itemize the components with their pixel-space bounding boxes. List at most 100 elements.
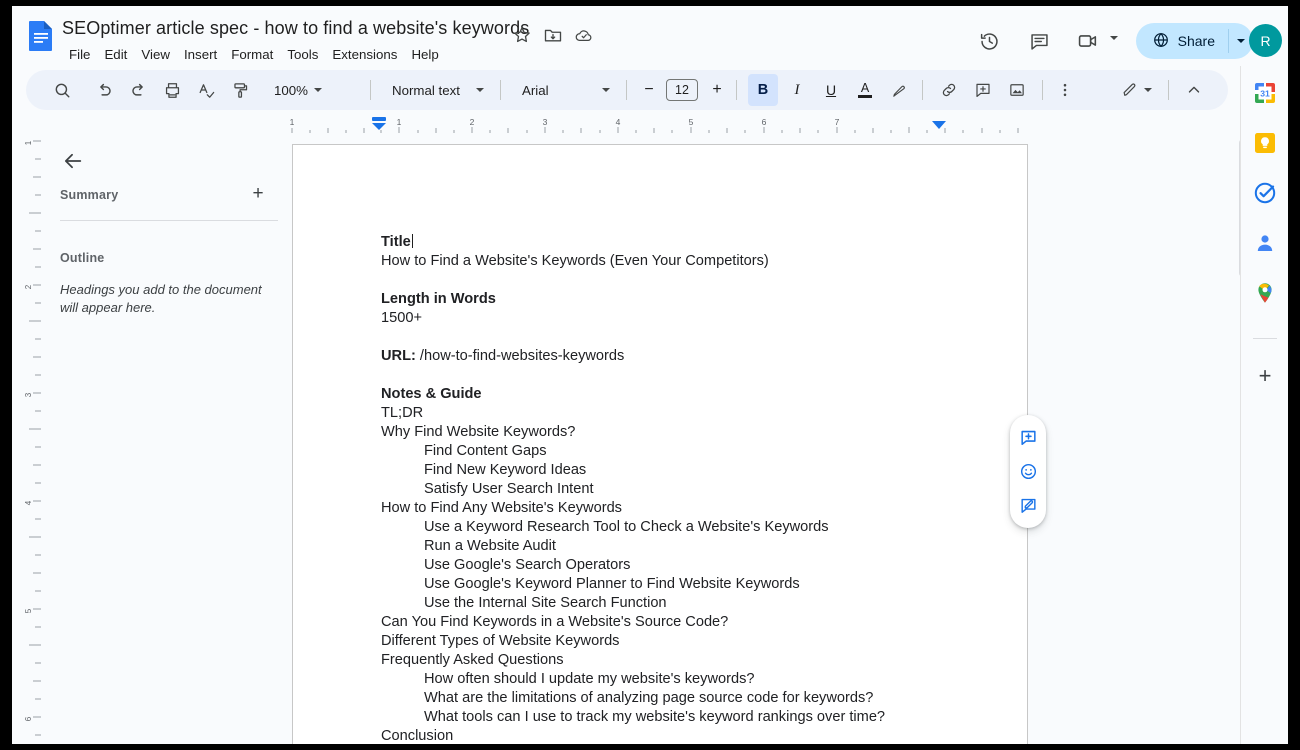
insert-link-icon[interactable] [934,74,964,106]
globe-icon [1152,31,1170,52]
print-icon[interactable] [156,74,188,106]
document-line[interactable]: Title [381,233,991,252]
svg-text:1: 1 [397,117,402,127]
svg-text:3: 3 [543,117,548,127]
document-line[interactable]: 1500+ [381,309,991,328]
document-title[interactable]: SEOptimer article spec - how to find a w… [62,18,529,39]
document-line[interactable]: Find New Keyword Ideas [381,461,991,480]
document-line[interactable]: Length in Words [381,290,991,309]
document-text-body[interactable]: TitleHow to Find a Website's Keywords (E… [381,233,991,744]
menu-edit[interactable]: Edit [97,46,134,63]
close-outline-icon[interactable] [56,144,90,178]
horizontal-ruler[interactable]: 112 345 67 [282,116,1032,134]
avatar[interactable]: R [1249,24,1282,57]
outline-heading: Outline [60,251,104,265]
svg-text:5: 5 [24,608,33,613]
menu-help[interactable]: Help [404,46,445,63]
menu-format[interactable]: Format [224,46,280,63]
paragraph-style-dropdown[interactable]: Normal text [382,74,490,106]
document-line[interactable]: Use Google's Keyword Planner to Find Web… [381,575,991,594]
version-history-icon[interactable] [972,24,1006,58]
suggest-edits-icon[interactable] [1015,492,1041,518]
document-line[interactable]: Conclusion [381,727,991,744]
font-family-dropdown[interactable]: Arial [512,74,616,106]
document-line-text: What are the limitations of analyzing pa… [424,690,873,706]
paragraph-style-value: Normal text [392,83,460,98]
text-color-button[interactable]: A [850,74,880,106]
document-line[interactable]: Use a Keyword Research Tool to Check a W… [381,518,991,537]
star-icon[interactable] [512,25,532,45]
document-line-text: Why Find Website Keywords? [381,424,575,440]
font-size-input[interactable]: 12 [666,79,698,101]
collapse-toolbar-icon[interactable] [1178,74,1210,106]
menu-tools[interactable]: Tools [280,46,325,63]
google-contacts-icon[interactable] [1253,231,1277,255]
side-panel: 31 [1240,66,1288,744]
italic-button[interactable]: I [782,74,812,106]
google-docs-icon[interactable] [27,20,55,52]
vertical-ruler[interactable]: 1 2 3 4 5 6 [24,138,44,744]
meet-chevron-down-icon[interactable] [1110,36,1118,40]
document-blank-line[interactable] [381,366,991,385]
cloud-saved-icon[interactable] [574,25,594,45]
highlight-color-button[interactable] [884,74,914,106]
zoom-level-dropdown[interactable]: 100% [266,74,326,106]
document-line[interactable]: Use the Internal Site Search Function [381,594,991,613]
menu-insert[interactable]: Insert [177,46,224,63]
add-emoji-reaction-icon[interactable] [1015,458,1041,484]
search-icon[interactable] [46,74,78,106]
meet-camera-icon[interactable] [1071,24,1105,58]
redo-icon[interactable] [122,74,154,106]
bold-button[interactable]: B [748,74,778,106]
highlighter-icon [891,82,908,99]
undo-icon[interactable] [88,74,120,106]
decrease-font-size-button[interactable]: − [636,74,662,106]
increase-font-size-button[interactable]: + [704,74,730,106]
menu-extensions[interactable]: Extensions [325,46,404,63]
comment-history-icon[interactable] [1022,24,1056,58]
add-summary-button[interactable]: + [246,182,270,206]
document-line[interactable]: Different Types of Website Keywords [381,632,991,651]
google-keep-icon[interactable] [1253,131,1277,155]
document-line[interactable]: TL;DR [381,404,991,423]
add-comment-icon[interactable] [1015,425,1041,451]
google-maps-icon[interactable] [1253,281,1277,305]
add-app-button[interactable]: + [1251,362,1279,390]
toolbar-divider [500,80,501,100]
document-line[interactable]: Frequently Asked Questions [381,651,991,670]
document-line[interactable]: Use Google's Search Operators [381,556,991,575]
document-line[interactable]: How to Find a Website's Keywords (Even Y… [381,252,991,271]
document-line[interactable]: How to Find Any Website's Keywords [381,499,991,518]
menu-file[interactable]: File [62,46,97,63]
menu-view[interactable]: View [134,46,177,63]
spellcheck-icon[interactable] [190,74,222,106]
document-blank-line[interactable] [381,328,991,347]
document-line-text: How to Find Any Website's Keywords [381,500,622,516]
document-line[interactable]: What tools can I use to track my website… [381,708,991,727]
more-options-icon[interactable] [1052,74,1078,106]
document-line-text: Find New Keyword Ideas [424,462,586,478]
document-line[interactable]: How often should I update my website's k… [381,670,991,689]
add-comment-icon[interactable] [968,74,998,106]
document-page[interactable]: TitleHow to Find a Website's Keywords (E… [292,144,1028,744]
document-line[interactable]: Satisfy User Search Intent [381,480,991,499]
svg-text:2: 2 [24,284,33,289]
document-line[interactable]: What are the limitations of analyzing pa… [381,689,991,708]
google-tasks-icon[interactable] [1253,181,1277,205]
document-line[interactable]: Why Find Website Keywords? [381,423,991,442]
document-line[interactable]: Can You Find Keywords in a Website's Sou… [381,613,991,632]
underline-button[interactable]: U [816,74,846,106]
document-line[interactable]: Notes & Guide [381,385,991,404]
editing-mode-icon[interactable] [1118,74,1154,106]
move-to-folder-icon[interactable] [543,25,563,45]
share-button[interactable]: Share [1136,23,1229,59]
insert-image-icon[interactable] [1002,74,1032,106]
document-line[interactable]: Find Content Gaps [381,442,991,461]
paint-format-icon[interactable] [224,74,256,106]
google-calendar-icon[interactable]: 31 [1253,81,1277,105]
document-line[interactable]: Run a Website Audit [381,537,991,556]
outline-empty-message: Headings you add to the document will ap… [60,281,272,317]
document-blank-line[interactable] [381,271,991,290]
svg-text:6: 6 [762,117,767,127]
document-line[interactable]: URL: /how-to-find-websites-keywords [381,347,991,366]
